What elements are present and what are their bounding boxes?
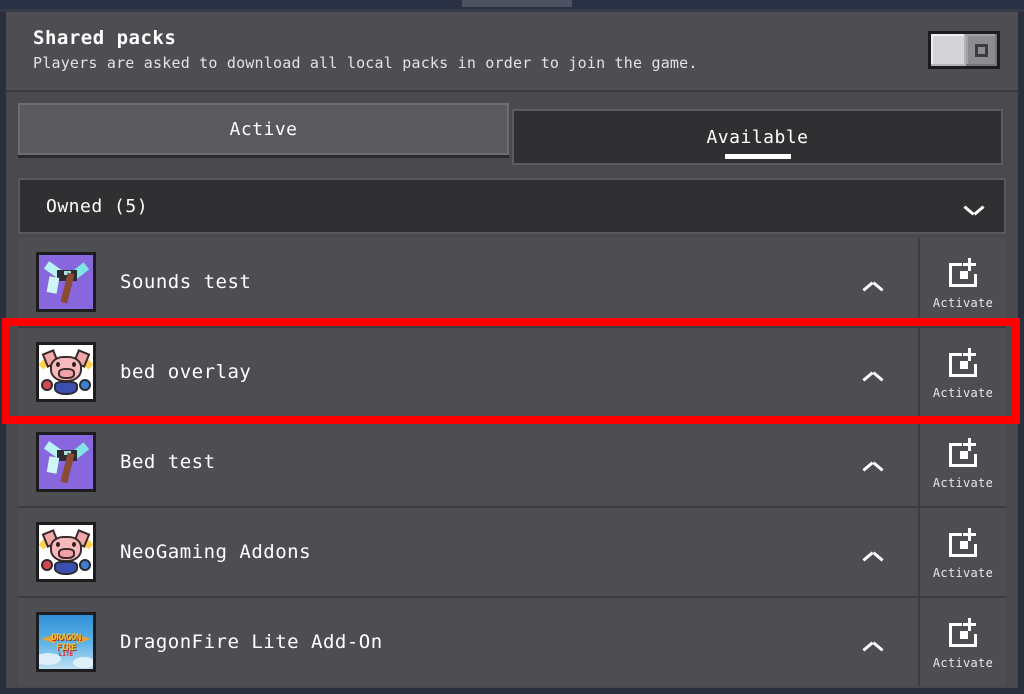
page-title: Shared packs <box>33 27 177 49</box>
tab-bar: Active Available <box>6 92 1018 170</box>
toggle-slot-square-icon <box>974 43 988 57</box>
add-to-world-icon <box>949 257 977 287</box>
add-to-world-icon <box>949 347 977 377</box>
add-to-world-icon <box>949 617 977 647</box>
dragonfire-icon: DRAGON FIRE LITE <box>36 612 96 672</box>
activate-button-label: Activate <box>932 655 994 670</box>
panel-header: Shared packs Players are asked to downlo… <box>6 12 1018 92</box>
window-chrome-strip <box>0 0 1024 9</box>
section-header-label: Owned (5) <box>46 195 149 217</box>
activate-button[interactable]: Activate <box>918 598 1006 686</box>
tab-available[interactable]: Available <box>512 109 1003 165</box>
pack-row-content[interactable]: Sounds test <box>18 238 1006 326</box>
pig-icon <box>36 522 96 582</box>
activate-button-label: Activate <box>932 385 994 400</box>
dragon-icon-word3: LITE <box>58 650 74 658</box>
pig-icon <box>36 342 96 402</box>
add-to-world-icon <box>949 437 977 467</box>
tab-selected-underline <box>724 154 791 159</box>
pack-name: Sounds test <box>120 271 252 293</box>
table-row[interactable]: Sounds test Activate <box>18 238 1006 328</box>
activate-button-label: Activate <box>932 565 994 580</box>
tab-available-label: Available <box>706 126 809 148</box>
pack-row-content[interactable]: DRAGON FIRE LITE DragonFire Lite Add-On <box>18 598 1006 686</box>
pack-name: bed overlay <box>120 361 252 383</box>
activate-button[interactable]: Activate <box>918 238 1006 326</box>
pack-row-content[interactable]: Bed test <box>18 418 1006 506</box>
activate-button[interactable]: Activate <box>918 418 1006 506</box>
pickaxe-icon <box>36 252 96 312</box>
pack-name: DragonFire Lite Add-On <box>120 631 383 653</box>
section-header-owned[interactable]: Owned (5) <box>18 178 1006 234</box>
toggle-knob <box>931 34 966 66</box>
pack-name: Bed test <box>120 451 216 473</box>
pack-row-content[interactable]: NeoGaming Addons <box>18 508 1006 596</box>
table-row[interactable]: Bed test Activate <box>18 418 1006 508</box>
activate-button-label: Activate <box>932 295 994 310</box>
activate-button[interactable]: Activate <box>918 328 1006 416</box>
activate-button[interactable]: Activate <box>918 508 1006 596</box>
pack-list[interactable]: Sounds test Activate bed overlay Activat… <box>18 238 1006 686</box>
table-row[interactable]: DRAGON FIRE LITE DragonFire Lite Add-On … <box>18 598 1006 686</box>
toggle-slot <box>965 34 997 66</box>
page-subtitle: Players are asked to download all local … <box>33 54 698 72</box>
activate-button-label: Activate <box>932 475 994 490</box>
tab-active-label: Active <box>229 118 298 140</box>
add-to-world-icon <box>949 527 977 557</box>
table-row[interactable]: NeoGaming Addons Activate <box>18 508 1006 598</box>
window-chrome-chip <box>462 0 572 7</box>
pickaxe-icon <box>36 432 96 492</box>
table-row[interactable]: bed overlay Activate <box>18 328 1006 418</box>
tab-active[interactable]: Active <box>18 103 509 155</box>
shared-packs-panel: Shared packs Players are asked to downlo… <box>6 12 1018 688</box>
pack-row-content[interactable]: bed overlay <box>18 328 1006 416</box>
pack-name: NeoGaming Addons <box>120 541 312 563</box>
shared-packs-toggle[interactable] <box>928 31 1000 69</box>
